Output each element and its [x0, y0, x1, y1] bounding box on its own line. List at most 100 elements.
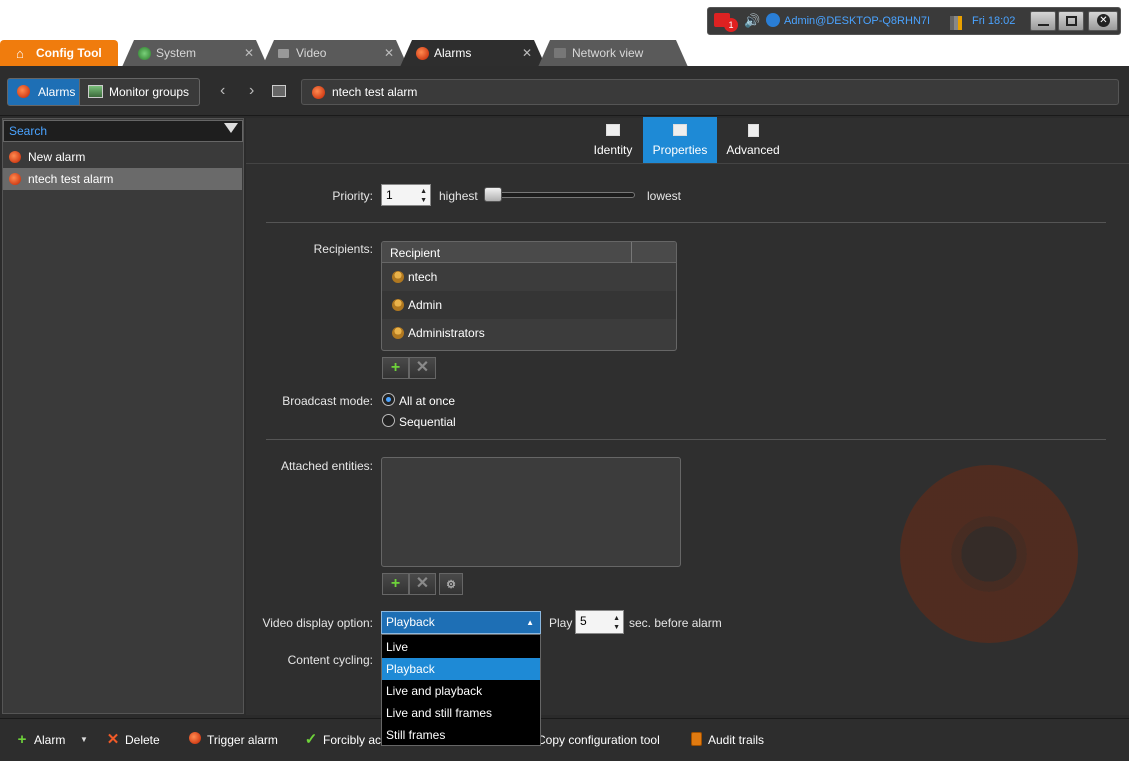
maximize-icon	[1066, 16, 1077, 26]
tab-label: Network view	[572, 46, 644, 60]
tab-properties[interactable]: Properties	[643, 117, 717, 163]
broadcast-mode-label: Broadcast mode:	[282, 394, 373, 408]
add-entity-button[interactable]: +	[382, 573, 409, 595]
option-live-and-still-frames[interactable]: Live and still frames	[382, 702, 540, 724]
option-playback[interactable]: Playback	[382, 658, 540, 680]
search-input[interactable]: Search	[3, 120, 243, 142]
trigger-alarm-label: Trigger alarm	[207, 733, 278, 747]
table-row[interactable]: ntech	[382, 263, 676, 291]
tree-item-ntech-test-alarm[interactable]: ntech test alarm	[3, 168, 242, 190]
priority-value: 1	[386, 188, 393, 202]
forcibly-acknowledge-button[interactable]: ✓ Forcibly ac	[303, 731, 381, 749]
radio-all-at-once-label[interactable]: All at once	[399, 394, 455, 408]
recipient-column-header[interactable]: Recipient	[390, 246, 440, 260]
edit-entity-button[interactable]: ⚙	[439, 573, 463, 595]
audit-trails-button[interactable]: Audit trails	[688, 731, 764, 749]
tab-label: System	[156, 46, 197, 60]
close-icon: ✕	[1097, 14, 1110, 27]
play-seconds-stepper[interactable]: 5 ▲ ▼	[575, 610, 624, 634]
remove-recipient-button[interactable]: ✕	[409, 357, 436, 379]
tree-item-new-alarm[interactable]: New alarm	[3, 146, 242, 168]
close-icon[interactable]: ✕	[384, 40, 394, 67]
tab-network-view[interactable]: Network view	[538, 40, 688, 67]
tab-label: Config Tool	[36, 46, 102, 60]
edit-entity-icon: ⚙	[446, 579, 456, 591]
video-display-options-list[interactable]: Live Playback Live and playback Live and…	[381, 634, 541, 746]
delete-icon: ✕	[106, 731, 120, 748]
close-button[interactable]: ✕	[1088, 11, 1118, 31]
recipient-name: Admin	[408, 298, 443, 312]
add-alarm-label: Alarm	[34, 733, 66, 747]
monitor-groups-button[interactable]: Monitor groups	[79, 78, 200, 106]
user-icon	[392, 299, 404, 311]
history-icon[interactable]	[272, 85, 286, 97]
volume-icon[interactable]: 🔊	[744, 13, 760, 29]
add-alarm-button[interactable]: + Alarm	[14, 731, 66, 749]
minimize-button[interactable]	[1030, 11, 1056, 31]
audit-trails-icon	[688, 732, 704, 748]
tab-label: Properties	[652, 143, 708, 157]
alarm-icon	[416, 47, 429, 60]
content-cycling-label: Content cycling:	[287, 653, 373, 667]
spin-arrows-icon[interactable]: ▲ ▼	[420, 187, 427, 205]
breadcrumb-text: ntech test alarm	[332, 85, 418, 99]
alarm-icon	[17, 85, 30, 98]
option-live[interactable]: Live	[382, 636, 540, 658]
trigger-alarm-button[interactable]: Trigger alarm	[187, 731, 278, 749]
alarm-icon	[187, 732, 203, 748]
video-icon	[278, 49, 289, 58]
tab-alarms[interactable]: Alarms ✕	[400, 40, 546, 67]
status-tray: 1 🔊 Admin@DESKTOP-Q8RHN7I Fri 18:02 ✕	[707, 7, 1121, 35]
properties-icon	[673, 124, 687, 136]
advanced-icon	[748, 124, 759, 137]
video-display-dropdown[interactable]: Playback ▲	[381, 611, 541, 634]
remove-entity-button[interactable]: ✕	[409, 573, 436, 595]
delete-button[interactable]: ✕ Delete	[105, 731, 160, 749]
alarm-dropdown-caret-icon[interactable]: ▼	[80, 735, 88, 744]
attached-entities-list[interactable]	[381, 457, 681, 567]
user-icon	[392, 271, 404, 283]
tab-video[interactable]: Video ✕	[262, 40, 408, 67]
recipients-table[interactable]: Recipient ntech Admin Administrators	[381, 241, 677, 351]
tab-identity[interactable]: Identity	[585, 117, 641, 163]
radio-sequential[interactable]	[382, 414, 395, 427]
add-recipient-button[interactable]: +	[382, 357, 409, 379]
radio-sequential-label[interactable]: Sequential	[399, 415, 456, 429]
priority-stepper[interactable]: 1 ▲ ▼	[381, 184, 431, 206]
forward-arrow-icon[interactable]: ›	[249, 82, 254, 100]
user-text[interactable]: Admin@DESKTOP-Q8RHN7I	[784, 15, 930, 27]
breadcrumb[interactable]: ntech test alarm	[301, 79, 1119, 105]
signal-icon	[950, 16, 962, 30]
tree-item-label: New alarm	[28, 150, 86, 164]
priority-slider-thumb[interactable]	[484, 187, 502, 202]
system-icon	[138, 47, 151, 60]
option-still-frames[interactable]: Still frames	[382, 724, 540, 746]
tree-item-label: ntech test alarm	[28, 172, 114, 186]
network-icon	[554, 48, 566, 58]
tab-config-tool[interactable]: ⌂ Config Tool	[0, 40, 118, 67]
play-label: Play	[549, 616, 573, 630]
filter-icon[interactable]	[224, 123, 238, 133]
maximize-button[interactable]	[1058, 11, 1084, 31]
close-icon[interactable]: ✕	[244, 40, 254, 67]
monitor-groups-label: Monitor groups	[109, 85, 190, 99]
alarm-icon	[312, 86, 325, 99]
globe-icon	[766, 13, 780, 27]
table-row[interactable]: Administrators	[382, 319, 676, 347]
tab-advanced[interactable]: Advanced	[719, 117, 787, 163]
table-row[interactable]: Admin	[382, 291, 676, 319]
clock-text: Fri 18:02	[972, 15, 1016, 27]
radio-all-at-once[interactable]	[382, 393, 395, 406]
tab-system[interactable]: System ✕	[122, 40, 268, 67]
plus-icon: +	[390, 575, 401, 592]
option-live-and-playback[interactable]: Live and playback	[382, 680, 540, 702]
alarms-button[interactable]: Alarms	[7, 78, 80, 106]
priority-slider-track[interactable]	[484, 192, 635, 198]
alarms-button-label: Alarms	[38, 85, 76, 99]
copy-config-label: Copy configuration tool	[537, 733, 660, 747]
close-icon[interactable]: ✕	[522, 40, 532, 67]
recipients-label: Recipients:	[313, 242, 373, 256]
alarm-count-badge: 1	[724, 18, 738, 32]
spin-arrows-icon[interactable]: ▲ ▼	[613, 614, 620, 632]
back-arrow-icon[interactable]: ‹	[220, 82, 225, 100]
